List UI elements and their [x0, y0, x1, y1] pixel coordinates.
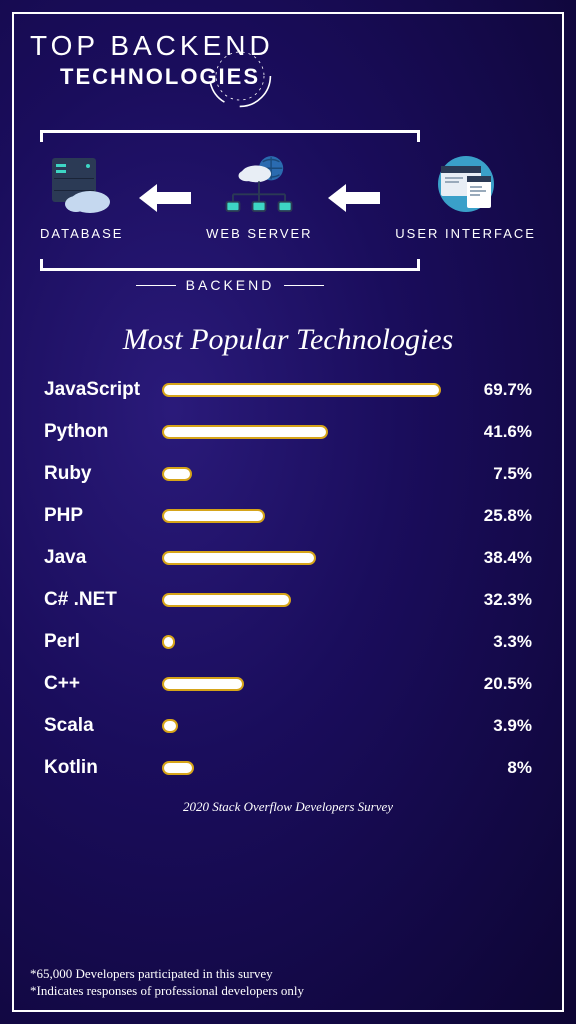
database-label: DATABASE	[40, 226, 123, 241]
diagram-row: DATABASE	[40, 154, 536, 241]
bar-fill	[162, 425, 328, 439]
bar-track	[162, 509, 442, 523]
footnote-2: *Indicates responses of professional dev…	[30, 982, 304, 1000]
bracket-bottom	[40, 259, 420, 271]
title-line-2-wrap: TECHNOLOGIES	[60, 64, 260, 90]
architecture-diagram: DATABASE	[0, 130, 576, 293]
header: TOP BACKEND TECHNOLOGIES	[0, 0, 576, 90]
bar-track	[162, 551, 442, 565]
title-line-2: TECHNOLOGIES	[60, 64, 260, 90]
bar-track	[162, 383, 442, 397]
webserver-label: WEB SERVER	[206, 226, 312, 241]
ui-node: USER INTERFACE	[395, 154, 536, 241]
bar-track	[162, 761, 442, 775]
bar-track	[162, 635, 442, 649]
bar-fill	[162, 467, 192, 481]
title-line-1: TOP BACKEND	[30, 30, 576, 62]
backend-group-label: BACKEND	[40, 277, 420, 293]
database-node: DATABASE	[40, 154, 123, 241]
bar-track	[162, 593, 442, 607]
bar-fill	[162, 761, 194, 775]
webserver-node: WEB SERVER	[206, 154, 312, 241]
bar-fill	[162, 509, 265, 523]
bar-fill	[162, 635, 175, 649]
arrow-left-icon	[139, 184, 191, 212]
ui-label: USER INTERFACE	[395, 226, 536, 241]
bar-fill	[162, 719, 178, 733]
ui-icon	[426, 154, 506, 216]
arrow-left-icon	[328, 184, 380, 212]
bar-track	[162, 425, 442, 439]
bar-fill	[162, 593, 291, 607]
bar-fill	[162, 551, 316, 565]
footnotes: *65,000 Developers participated in this …	[30, 965, 304, 1000]
bar-track	[162, 677, 442, 691]
bar-track	[162, 467, 442, 481]
database-icon	[42, 154, 122, 216]
bar-track	[162, 719, 442, 733]
bracket-top	[40, 130, 420, 142]
webserver-icon	[219, 154, 299, 216]
bar-fill	[162, 383, 441, 397]
bar-fill	[162, 677, 244, 691]
footnote-1: *65,000 Developers participated in this …	[30, 965, 304, 983]
